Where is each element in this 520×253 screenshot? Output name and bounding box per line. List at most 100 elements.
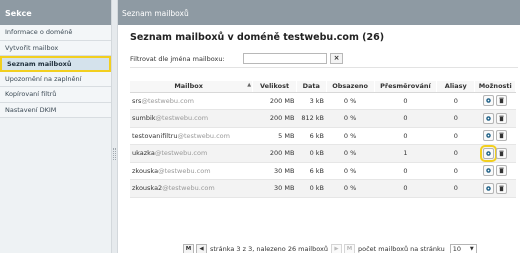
sort-ascending-icon: ▲: [247, 82, 252, 89]
mailbox-user: ukazka: [132, 149, 155, 158]
delete-button[interactable]: [496, 147, 508, 159]
first-page-button[interactable]: M: [183, 243, 194, 253]
size-cell: 30 MB: [252, 162, 297, 180]
mailbox-user: zkouska2: [132, 184, 163, 193]
mailbox-cell[interactable]: zkouska2@testwebu.com: [130, 179, 253, 198]
mailbox-domain: @testwebu.com: [155, 114, 209, 123]
size-cell: 200 MB: [252, 109, 297, 128]
forwarding-cell: 0: [374, 109, 437, 128]
sidebar-title: Sekce: [0, 0, 111, 25]
filter-input[interactable]: [243, 53, 327, 64]
mailbox-domain: @testwebu.com: [162, 184, 215, 193]
options-cell: [474, 92, 516, 110]
aliases-cell: 0: [436, 179, 475, 198]
page-title: Seznam mailboxů v doméně testwebu.com (2…: [130, 32, 385, 43]
sidebar-item-quota-warning[interactable]: Upozornění na zaplnění: [0, 71, 111, 87]
forwarding-cell: 1: [374, 144, 437, 163]
main-header: Seznam mailboxů: [118, 0, 520, 25]
forwarding-cell: 0: [374, 127, 437, 145]
table-row: testovanifiltru@testwebu.com 5 MB 6 kB 0 % 0…: [130, 127, 516, 145]
mailbox-user: testovanifiltru: [132, 131, 178, 140]
mailbox-domain: @testwebu.com: [154, 149, 208, 158]
settings-button[interactable]: [483, 182, 495, 194]
mailbox-domain: @testwebu.com: [177, 131, 230, 140]
last-page-button: M: [343, 243, 355, 253]
content-cell: 0 %: [326, 127, 375, 145]
size-cell: 5 MB: [252, 127, 297, 145]
main-panel: Seznam mailboxů Seznam mailboxů v doméně…: [118, 0, 520, 253]
mailbox-domain: @testwebu.com: [141, 96, 194, 105]
settings-button[interactable]: [483, 112, 495, 124]
column-header-aliases[interactable]: Aliasy: [436, 81, 476, 93]
sidebar-item-dkim-settings[interactable]: Nastavení DKIM: [0, 102, 111, 118]
delete-button[interactable]: [496, 182, 508, 194]
sidebar-item-copy-filters[interactable]: Kopírovaní filtrů: [0, 87, 111, 103]
forwarding-cell: 0: [374, 92, 437, 110]
mailbox-cell[interactable]: zkouska@testwebu.com: [130, 162, 253, 180]
mailbox-cell[interactable]: testovanifiltru@testwebu.com: [130, 127, 253, 145]
column-header-forwarding[interactable]: Přesměrování: [374, 81, 438, 93]
table-row: ukazka@testwebu.com 200 MB 0 kB 0 % 1 0: [130, 144, 516, 163]
table-row: zkouska2@testwebu.com 30 MB 0 kB 0 % 0 0: [130, 179, 516, 198]
column-header-content[interactable]: Obsazeno: [326, 81, 375, 93]
sidebar-item-create-mailbox[interactable]: Vytvořit mailbox: [0, 40, 111, 56]
aliases-cell: 0: [436, 109, 475, 128]
delete-button[interactable]: [496, 112, 508, 124]
content-cell: 0 %: [326, 144, 375, 163]
content-cell: 0 %: [326, 162, 375, 180]
size-cell: 30 MB: [252, 179, 297, 198]
data-cell: 6 kB: [296, 127, 327, 145]
sidebar: Sekce Informace o doméně Vytvořit mailbo…: [0, 0, 112, 253]
column-header-mailbox[interactable]: Mailbox ▲: [130, 81, 254, 93]
per-page-select[interactable]: 10 ▼: [449, 243, 477, 253]
data-cell: 0 kB: [296, 179, 327, 198]
column-header-data[interactable]: Data: [296, 81, 327, 93]
column-header-mailbox-label: Mailbox: [174, 82, 203, 91]
table-row: sumbik@testwebu.com 200 MB 812 kB 0 % 0 0: [130, 109, 516, 128]
options-cell: [474, 127, 516, 145]
data-cell: 812 kB: [296, 109, 327, 128]
mailbox-user: sumbik: [132, 114, 156, 123]
forwarding-cell: 0: [374, 162, 437, 180]
pagination-status: stránka 3 z 3, nalezeno 26 mailboxů: [210, 245, 328, 253]
delete-button[interactable]: [496, 165, 508, 177]
filter-row: Filtrovat dle jména mailboxu: ×: [130, 52, 518, 68]
settings-button[interactable]: [483, 130, 495, 142]
column-header-size[interactable]: Velikost: [252, 81, 297, 93]
content-cell: 0 %: [326, 179, 375, 198]
table-header-row: Mailbox ▲ Velikost Data Obsazeno Přesměro…: [130, 81, 516, 93]
settings-button[interactable]: [480, 144, 498, 162]
per-page-label: počet mailboxů na stránku: [357, 245, 445, 253]
chevron-down-icon: ▼: [469, 245, 474, 252]
aliases-cell: 0: [436, 144, 475, 163]
splitter-grip-icon[interactable]: [113, 148, 116, 160]
mailbox-cell[interactable]: ukazka@testwebu.com: [130, 144, 253, 163]
forwarding-cell: 0: [374, 179, 437, 198]
content-area: Seznam mailboxů v doméně testwebu.com (2…: [130, 25, 518, 253]
next-page-button: ▶: [330, 243, 342, 253]
clear-filter-button[interactable]: ×: [330, 53, 343, 64]
options-cell: [474, 109, 516, 128]
delete-button[interactable]: [496, 130, 508, 142]
pagination: M ◀ stránka 3 z 3, nalezeno 26 mailboxů …: [183, 243, 477, 253]
sidebar-item-mailbox-list[interactable]: Seznam mailboxů: [0, 56, 111, 72]
sidebar-menu: Informace o doméně Vytvořit mailbox Sezn…: [0, 25, 111, 118]
mailbox-cell[interactable]: srs@testwebu.com: [130, 92, 253, 110]
size-cell: 200 MB: [252, 92, 297, 110]
mailbox-domain: @testwebu.com: [158, 166, 211, 175]
filter-label: Filtrovat dle jména mailboxu:: [130, 54, 225, 63]
mailbox-cell[interactable]: sumbik@testwebu.com: [130, 109, 253, 128]
data-cell: 0 kB: [296, 144, 327, 163]
table-row: zkouska@testwebu.com 30 MB 6 kB 0 % 0 0: [130, 162, 516, 180]
aliases-cell: 0: [436, 92, 475, 110]
settings-button[interactable]: [483, 165, 495, 177]
content-cell: 0 %: [326, 109, 375, 128]
previous-page-button[interactable]: ◀: [196, 243, 207, 253]
data-cell: 3 kB: [296, 92, 327, 110]
settings-button[interactable]: [483, 95, 495, 107]
options-cell: [474, 179, 516, 198]
delete-button[interactable]: [496, 95, 508, 107]
mailbox-table: Mailbox ▲ Velikost Data Obsazeno Přesměro…: [130, 81, 516, 198]
data-cell: 6 kB: [296, 162, 327, 180]
sidebar-item-domain-info[interactable]: Informace o doméně: [0, 25, 111, 41]
